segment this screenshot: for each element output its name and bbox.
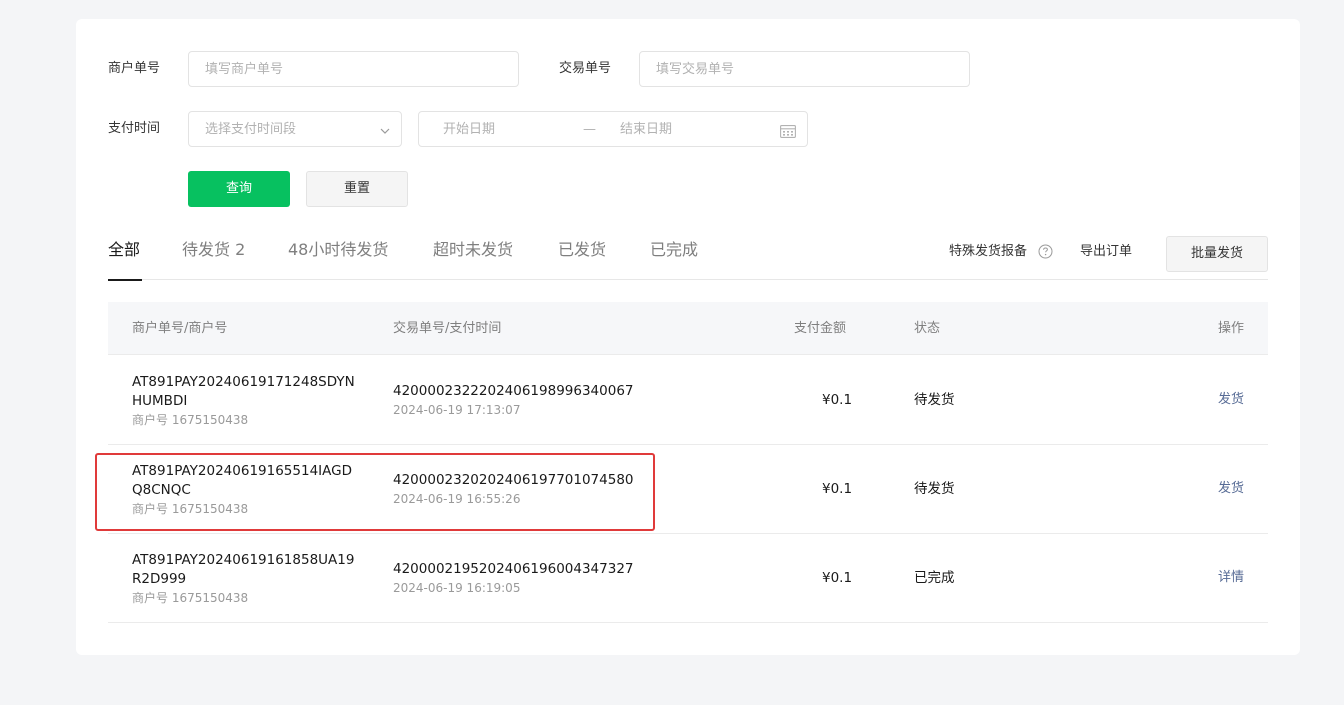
trade-number: 4200002195202406196004347327	[393, 561, 634, 577]
tab-completed[interactable]: 已完成	[650, 239, 698, 261]
merchant-order-label: 商户单号	[108, 61, 161, 76]
help-circle-icon[interactable]	[1038, 244, 1053, 263]
status: 待发货	[914, 481, 955, 497]
table-header: 商户单号/商户号 交易单号/支付时间 支付金额 状态 操作	[108, 302, 1268, 355]
tab-48h-pending[interactable]: 48小时待发货	[288, 239, 388, 261]
start-date-input[interactable]: 开始日期	[443, 121, 495, 139]
ship-action-link[interactable]: 发货	[1218, 391, 1244, 409]
merchant-id: 商户号 1675150438	[132, 502, 249, 516]
date-separator: —	[583, 122, 596, 137]
header-action: 操作	[1217, 321, 1244, 336]
tab-active-indicator	[108, 279, 142, 281]
merchant-order-line2: Q8CNQC	[132, 482, 191, 498]
pay-time: 2024-06-19 16:19:05	[393, 581, 521, 595]
tab-all[interactable]: 全部	[108, 239, 140, 261]
trade-order-placeholder: 填写交易单号	[656, 62, 735, 77]
merchant-order-line1: AT891PAY20240619161858UA19	[132, 552, 355, 568]
trade-order-input[interactable]: 填写交易单号	[639, 51, 970, 87]
merchant-order-line1: AT891PAY20240619171248SDYN	[132, 374, 355, 390]
ship-action-link[interactable]: 发货	[1218, 480, 1244, 498]
details-action-link[interactable]: 详情	[1218, 569, 1244, 587]
merchant-order-line2: HUMBDI	[132, 393, 188, 409]
amount: ¥0.1	[822, 392, 853, 408]
pay-time: 2024-06-19 16:55:26	[393, 492, 521, 506]
table-row: AT891PAY20240619165514IAGD Q8CNQC 商户号 16…	[108, 445, 1268, 534]
table-row: AT891PAY20240619161858UA19 R2D999 商户号 16…	[108, 534, 1268, 623]
trade-order-label: 交易单号	[559, 61, 612, 76]
date-range-picker[interactable]: 开始日期 — 结束日期	[418, 111, 808, 147]
pay-time-label: 支付时间	[108, 121, 161, 136]
query-button[interactable]: 查询	[188, 171, 290, 207]
header-merchant: 商户单号/商户号	[132, 321, 228, 336]
merchant-order-line2: R2D999	[132, 571, 187, 587]
header-status: 状态	[914, 321, 941, 336]
tab-shipped[interactable]: 已发货	[558, 239, 606, 261]
trade-number: 4200002320202406197701074580	[393, 472, 634, 488]
merchant-id: 商户号 1675150438	[132, 413, 249, 427]
tab-divider	[108, 279, 1268, 280]
tab-pending-ship[interactable]: 待发货 2	[182, 239, 245, 261]
merchant-order-placeholder: 填写商户单号	[205, 62, 284, 77]
merchant-order-input[interactable]: 填写商户单号	[188, 51, 519, 87]
header-trade: 交易单号/支付时间	[393, 321, 502, 336]
pay-time: 2024-06-19 17:13:07	[393, 403, 521, 417]
pay-time-select[interactable]: 选择支付时间段	[188, 111, 402, 147]
calendar-icon[interactable]	[780, 123, 796, 142]
order-management-card: 商户单号 填写商户单号 交易单号 填写交易单号 支付时间 选择支付时间段 开始日…	[76, 19, 1300, 655]
amount: ¥0.1	[822, 570, 853, 586]
trade-number: 4200002322202406198996340067	[393, 383, 634, 399]
status: 待发货	[914, 392, 955, 408]
export-orders-link[interactable]: 导出订单	[1080, 243, 1132, 261]
amount: ¥0.1	[822, 481, 853, 497]
reset-button[interactable]: 重置	[306, 171, 408, 207]
chevron-down-icon	[379, 122, 391, 141]
status: 已完成	[914, 570, 955, 586]
tab-overdue[interactable]: 超时未发货	[433, 239, 513, 261]
merchant-id: 商户号 1675150438	[132, 591, 249, 605]
table-row: AT891PAY20240619171248SDYN HUMBDI 商户号 16…	[108, 356, 1268, 445]
end-date-input[interactable]: 结束日期	[620, 121, 672, 139]
batch-ship-button[interactable]: 批量发货	[1166, 236, 1268, 272]
merchant-order-line1: AT891PAY20240619165514IAGD	[132, 463, 352, 479]
pay-time-select-placeholder: 选择支付时间段	[205, 122, 297, 137]
header-amount: 支付金额	[794, 321, 847, 336]
special-report-link[interactable]: 特殊发货报备	[949, 243, 1027, 261]
